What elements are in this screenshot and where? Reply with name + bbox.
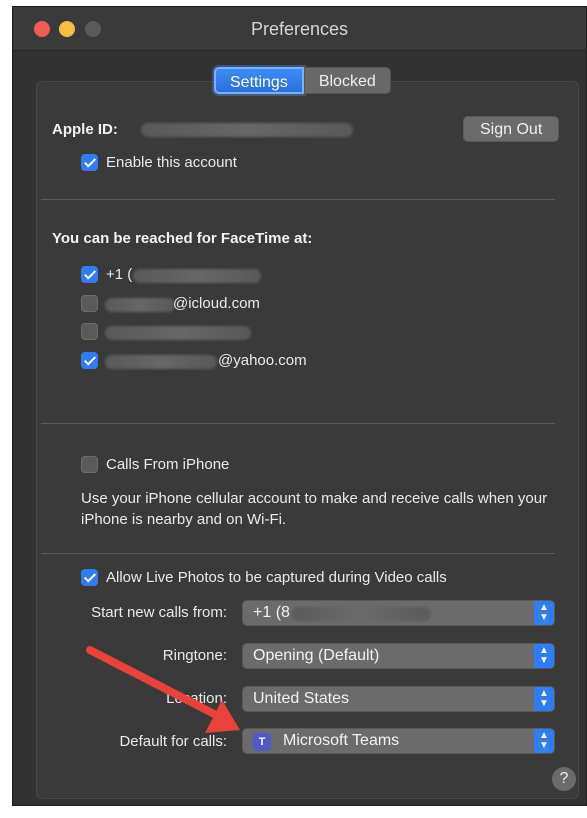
reach-icloud-redacted xyxy=(105,298,175,312)
default-calls-value: Microsoft Teams xyxy=(283,732,400,749)
reach-phone-redacted xyxy=(133,269,261,283)
microsoft-teams-icon: T xyxy=(253,733,271,751)
live-photos-label: Allow Live Photos to be captured during … xyxy=(106,569,447,586)
help-button[interactable]: ? xyxy=(552,767,576,791)
window-title: Preferences xyxy=(250,19,349,39)
default-calls-popup[interactable]: T Microsoft Teams ▲ ▼ xyxy=(242,728,555,754)
ringtone-popup[interactable]: Opening (Default) ▲ ▼ xyxy=(242,643,555,669)
reach-heading: You can be reached for FaceTime at: xyxy=(52,230,313,247)
divider xyxy=(41,423,555,424)
popup-chevron-icon: ▲ ▼ xyxy=(534,644,554,668)
ringtone-value: Opening (Default) xyxy=(253,647,380,664)
reach-yahoo-redacted xyxy=(105,355,217,369)
start-calls-label: Start new calls from: xyxy=(91,604,227,621)
popup-chevron-icon: ▲ ▼ xyxy=(534,687,554,711)
enable-account-checkbox[interactable] xyxy=(81,154,98,171)
location-label: Location: xyxy=(166,690,227,707)
apple-id-value-redacted xyxy=(141,123,353,137)
reach-yahoo-label: @yahoo.com xyxy=(218,352,307,369)
calls-from-iphone-label: Calls From iPhone xyxy=(106,456,230,473)
tab-blocked[interactable]: Blocked xyxy=(303,67,391,94)
preferences-window: Preferences Settings Blocked Apple ID: S… xyxy=(12,6,587,806)
reach-checkbox-other[interactable] xyxy=(81,323,98,340)
calls-from-iphone-description: Use your iPhone cellular account to make… xyxy=(81,490,548,528)
reach-checkbox-yahoo[interactable] xyxy=(81,352,98,369)
ringtone-label: Ringtone: xyxy=(162,647,227,664)
reach-phone-label: +1 ( xyxy=(106,266,133,283)
enable-account-label: Enable this account xyxy=(106,154,237,171)
divider xyxy=(41,553,555,554)
apple-id-label: Apple ID: xyxy=(52,121,118,138)
reach-icloud-label: @icloud.com xyxy=(173,295,260,312)
live-photos-checkbox[interactable] xyxy=(81,569,98,586)
popup-chevron-icon: ▲ ▼ xyxy=(534,729,554,753)
start-calls-value: +1 (8 xyxy=(253,604,290,621)
default-calls-label: Default for calls: xyxy=(119,733,227,750)
title-bar: Preferences xyxy=(13,7,586,51)
popup-chevron-icon: ▲ ▼ xyxy=(534,601,554,625)
start-calls-popup[interactable]: +1 (8 ▲ ▼ xyxy=(242,600,555,626)
divider xyxy=(41,199,555,200)
sign-out-button[interactable]: Sign Out xyxy=(463,116,560,142)
tab-control: Settings Blocked xyxy=(214,67,391,95)
calls-from-iphone-checkbox[interactable] xyxy=(81,456,98,473)
reach-other-redacted xyxy=(105,326,251,340)
reach-checkbox-phone[interactable] xyxy=(81,266,98,283)
start-calls-redacted xyxy=(291,607,431,621)
location-value: United States xyxy=(253,690,350,707)
location-popup[interactable]: United States ▲ ▼ xyxy=(242,686,555,712)
tab-settings[interactable]: Settings xyxy=(214,67,304,94)
reach-checkbox-icloud[interactable] xyxy=(81,295,98,312)
